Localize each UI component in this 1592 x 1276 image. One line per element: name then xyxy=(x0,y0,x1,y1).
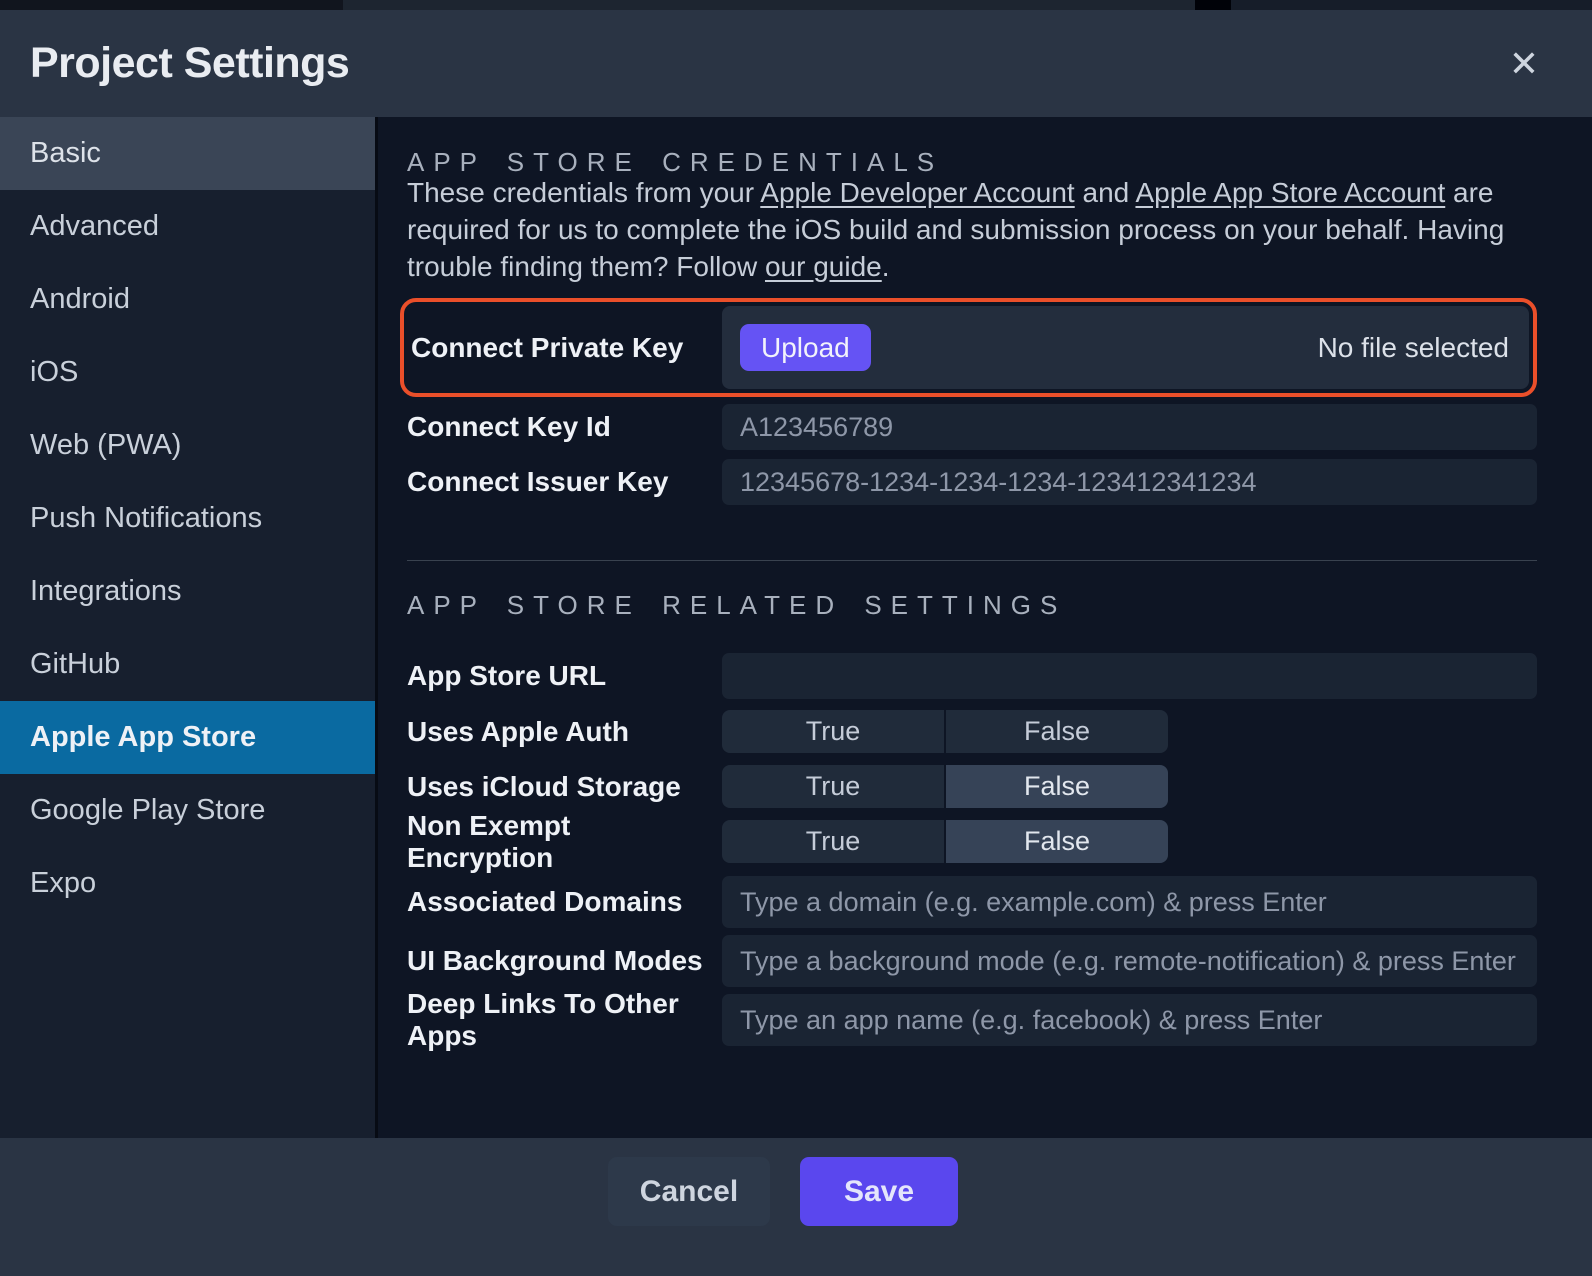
modal-body: Basic Advanced Android iOS Web (PWA) Pus… xyxy=(0,117,1592,1138)
file-status-text: No file selected xyxy=(1318,332,1509,364)
top-strip xyxy=(0,0,1592,10)
deep-links-input[interactable] xyxy=(722,994,1537,1046)
app-store-url-label: App Store URL xyxy=(407,660,722,692)
uses-icloud-storage-true-button[interactable]: True xyxy=(722,765,944,808)
credentials-description: These credentials from your Apple Develo… xyxy=(407,174,1537,285)
connect-key-id-row: Connect Key Id xyxy=(407,404,1537,450)
section-title-related-settings: APP STORE RELATED SETTINGS xyxy=(407,590,1066,621)
top-strip-segment xyxy=(1195,0,1231,10)
sidebar-item-android[interactable]: Android xyxy=(0,263,375,336)
top-strip-segment xyxy=(343,0,1195,10)
non-exempt-encryption-toggle: True False xyxy=(722,820,1168,863)
uses-apple-auth-row: Uses Apple Auth True False xyxy=(407,710,1537,753)
cancel-button[interactable]: Cancel xyxy=(608,1157,770,1226)
ui-background-modes-label: UI Background Modes xyxy=(407,945,722,977)
uses-icloud-storage-row: Uses iCloud Storage True False xyxy=(407,765,1537,808)
uses-apple-auth-label: Uses Apple Auth xyxy=(407,716,722,748)
upload-button[interactable]: Upload xyxy=(740,324,871,371)
app-store-url-row: App Store URL xyxy=(407,653,1537,699)
settings-sidebar: Basic Advanced Android iOS Web (PWA) Pus… xyxy=(0,117,375,1138)
close-icon[interactable]: ✕ xyxy=(1498,38,1550,90)
associated-domains-row: Associated Domains xyxy=(407,876,1537,928)
page-title: Project Settings xyxy=(30,39,349,88)
uses-icloud-storage-label: Uses iCloud Storage xyxy=(407,771,722,803)
sidebar-item-apple-app-store[interactable]: Apple App Store xyxy=(0,701,375,774)
apple-developer-account-link[interactable]: Apple Developer Account xyxy=(760,177,1074,208)
sidebar-item-web-pwa[interactable]: Web (PWA) xyxy=(0,409,375,482)
sidebar-item-github[interactable]: GitHub xyxy=(0,628,375,701)
associated-domains-label: Associated Domains xyxy=(407,886,722,918)
sidebar-item-expo[interactable]: Expo xyxy=(0,847,375,920)
uses-apple-auth-toggle: True False xyxy=(722,710,1168,753)
ui-background-modes-input[interactable] xyxy=(722,935,1537,987)
apple-app-store-account-link[interactable]: Apple App Store Account xyxy=(1135,177,1445,208)
description-text: These credentials from your xyxy=(407,177,760,208)
sidebar-item-basic[interactable]: Basic xyxy=(0,117,375,190)
sidebar-item-advanced[interactable]: Advanced xyxy=(0,190,375,263)
top-strip-segment xyxy=(1231,0,1592,10)
non-exempt-encryption-row: Non Exempt Encryption True False xyxy=(407,820,1537,863)
associated-domains-input[interactable] xyxy=(722,876,1537,928)
connect-issuer-key-row: Connect Issuer Key xyxy=(407,459,1537,505)
section-divider xyxy=(407,560,1537,561)
uses-icloud-storage-false-button[interactable]: False xyxy=(946,765,1168,808)
connect-key-id-label: Connect Key Id xyxy=(407,411,722,443)
connect-issuer-key-input[interactable] xyxy=(722,459,1537,505)
connect-issuer-key-label: Connect Issuer Key xyxy=(407,466,722,498)
deep-links-row: Deep Links To Other Apps xyxy=(407,994,1537,1046)
deep-links-label: Deep Links To Other Apps xyxy=(407,988,722,1052)
non-exempt-encryption-label: Non Exempt Encryption xyxy=(407,810,722,874)
our-guide-link[interactable]: our guide xyxy=(765,251,882,282)
non-exempt-encryption-true-button[interactable]: True xyxy=(722,820,944,863)
uses-apple-auth-false-button[interactable]: False xyxy=(946,710,1168,753)
sidebar-item-google-play-store[interactable]: Google Play Store xyxy=(0,774,375,847)
non-exempt-encryption-false-button[interactable]: False xyxy=(946,820,1168,863)
sidebar-item-integrations[interactable]: Integrations xyxy=(0,555,375,628)
connect-key-id-input[interactable] xyxy=(722,404,1537,450)
app-store-url-input[interactable] xyxy=(722,653,1537,699)
description-text: and xyxy=(1075,177,1136,208)
modal-header: Project Settings ✕ xyxy=(0,10,1592,117)
description-text: . xyxy=(882,251,890,282)
settings-panel: APP STORE CREDENTIALS These credentials … xyxy=(378,117,1592,1138)
save-button[interactable]: Save xyxy=(800,1157,958,1226)
uses-apple-auth-true-button[interactable]: True xyxy=(722,710,944,753)
sidebar-item-push-notifications[interactable]: Push Notifications xyxy=(0,482,375,555)
connect-private-key-label: Connect Private Key xyxy=(411,332,726,364)
uses-icloud-storage-toggle: True False xyxy=(722,765,1168,808)
connect-private-key-row: Connect Private Key Upload No file selec… xyxy=(400,298,1537,397)
ui-background-modes-row: UI Background Modes xyxy=(407,935,1537,987)
sidebar-item-ios[interactable]: iOS xyxy=(0,336,375,409)
connect-private-key-field: Upload No file selected xyxy=(722,306,1529,389)
modal-footer: Cancel Save xyxy=(0,1138,1592,1276)
